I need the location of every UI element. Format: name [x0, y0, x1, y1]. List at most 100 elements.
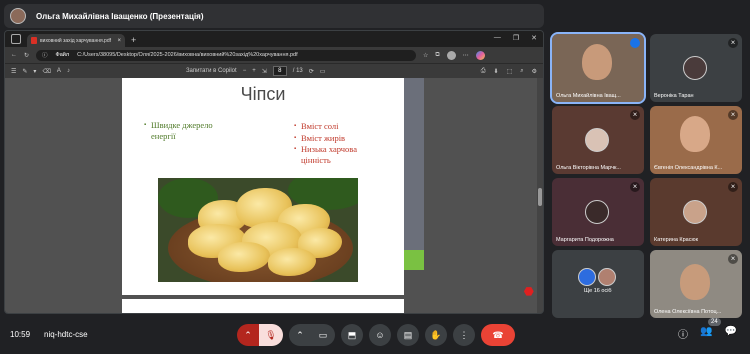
participant-name: Олена Олексіївна Потоц... — [654, 309, 722, 315]
presenter-bar: Ольга Михайлівна Іващенко (Презентація) — [4, 4, 544, 28]
bullet-item: Швидке джерело енергії — [144, 120, 230, 142]
participant-tile[interactable]: ⨯ Олена Олексіївна Потоц... — [650, 250, 742, 318]
participant-tile[interactable]: ⨯ Катерина Красюк — [650, 178, 742, 246]
participant-tile[interactable]: Ольга Михайлівна Іващ... — [550, 32, 646, 104]
erase-icon[interactable]: ⌫ — [42, 68, 50, 75]
star-icon[interactable]: ☆ — [423, 52, 428, 59]
zoom-in-button[interactable]: + — [252, 68, 256, 74]
participant-name: Вероніка Таран — [654, 93, 694, 99]
end-call-button[interactable]: ☎ — [481, 324, 515, 346]
present-screen-button[interactable]: ⬒ — [341, 324, 363, 346]
participant-video — [680, 116, 710, 152]
search-icon[interactable]: ⌕ — [520, 68, 523, 75]
avatar — [585, 200, 609, 224]
clock: 10:59 — [10, 330, 31, 339]
participant-video — [680, 264, 710, 300]
participant-tile[interactable]: ⨯ Вероніка Таран — [650, 34, 742, 102]
bullet-item: Вміст жирів — [294, 132, 384, 144]
meeting-code: niq-hdtc-cse — [44, 330, 88, 339]
window-menu-icon[interactable] — [11, 34, 21, 44]
pdf-scrollbar[interactable] — [537, 78, 543, 313]
participant-name: Євгенія Олександрівна К... — [654, 165, 723, 171]
new-tab-button[interactable]: + — [131, 35, 136, 45]
pdf-viewer: Чіпси Швидке джерело енергії Вміст солі … — [5, 78, 543, 313]
participant-tile[interactable]: ⨯ Євгенія Олександрівна К... — [650, 106, 742, 174]
address-bar[interactable]: ⓘ Файл C:/Users/38095/Desktop/Оля/2025-2… — [36, 49, 417, 61]
raise-hand-button[interactable]: ✋ — [425, 324, 447, 346]
participant-video — [582, 44, 612, 80]
slide-page: Чіпси Швидке джерело енергії Вміст солі … — [122, 78, 404, 295]
pdf-icon — [31, 37, 37, 44]
chat-icon[interactable]: 💬 — [724, 326, 736, 341]
window-controls: — ❐ ✕ — [494, 34, 537, 42]
avatar — [683, 56, 707, 80]
more-participants-tile[interactable]: Ще 16 осіб — [552, 250, 644, 318]
fit-page-icon[interactable]: ⇲ — [262, 68, 267, 75]
shared-screen: виховний захід харчування.pdf × + — ❐ ✕ … — [4, 30, 544, 314]
reactions-button[interactable]: ☺ — [369, 324, 391, 346]
more-participants-label: Ще 16 осіб — [584, 288, 612, 294]
slide-side-panel — [404, 78, 424, 250]
mic-off-button[interactable]: 🎙 — [259, 324, 283, 346]
chips-image — [158, 178, 358, 282]
participant-count-badge: 24 — [708, 318, 721, 326]
acrobat-icon[interactable]: ⬣ — [524, 285, 536, 298]
tab-close-icon[interactable]: × — [117, 38, 121, 44]
call-controls: ⌃ 🎙 ⌃ ▭ ⬒ ☺ ▤ ✋ ⋮ ☎ — [237, 324, 515, 346]
mic-off-icon: ⨯ — [728, 182, 738, 192]
minimize-button[interactable]: — — [494, 34, 501, 42]
camera-button[interactable]: ▭ — [311, 324, 335, 346]
mic-off-icon: ⨯ — [630, 110, 640, 120]
highlight-icon[interactable]: ▾ — [33, 68, 36, 75]
save-as-icon[interactable]: ⬚ — [507, 68, 513, 75]
page-total: / 13 — [292, 68, 303, 74]
people-icon[interactable]: 👥 — [700, 326, 712, 341]
participant-tile[interactable]: ⨯ Маргарита Подорожна — [552, 178, 644, 246]
bullet-item: Вміст солі — [294, 120, 384, 132]
avatar — [578, 268, 596, 286]
avatar — [585, 128, 609, 152]
profile-icon[interactable] — [446, 50, 456, 60]
page-number-input[interactable]: 8 — [272, 66, 287, 76]
page-view-icon[interactable]: ▭ — [320, 68, 326, 75]
browser-tab-row: виховний захід харчування.pdf × + — ❐ ✕ — [5, 31, 543, 47]
text-icon[interactable]: A — [57, 68, 61, 74]
captions-button[interactable]: ▤ — [397, 324, 419, 346]
mic-options-chevron-icon[interactable]: ⌃ — [237, 324, 259, 346]
mic-off-icon: ⨯ — [630, 182, 640, 192]
avatar — [598, 268, 616, 286]
speaking-icon — [630, 38, 640, 48]
more-icon[interactable]: ⋯ — [463, 52, 469, 59]
pdf-toolbar: ☰ ✎ ▾ ⌫ A ♪ Запитати в Copilot − + ⇲ 8 /… — [5, 63, 543, 78]
maximize-button[interactable]: ❐ — [513, 34, 519, 42]
copilot-icon[interactable] — [475, 50, 485, 60]
side-panel-controls: ⓘ 👥 💬 — [678, 326, 737, 341]
contents-icon[interactable]: ☰ — [11, 68, 16, 75]
camera-control-group: ⌃ ▭ — [289, 324, 335, 346]
zoom-out-button[interactable]: − — [243, 68, 247, 74]
url-scheme-label: Файл — [55, 52, 70, 58]
print-icon[interactable]: ⎙ — [481, 68, 486, 75]
back-icon[interactable]: ← — [11, 52, 17, 58]
url-text: C:/Users/38095/Desktop/Оля/2025-2026/вих… — [77, 52, 298, 58]
more-options-button[interactable]: ⋮ — [453, 324, 475, 346]
save-icon[interactable]: ⬇ — [494, 68, 499, 75]
presenter-title: Ольга Михайлівна Іващенко (Презентація) — [36, 11, 204, 21]
rotate-icon[interactable]: ⟳ — [309, 68, 314, 75]
participant-tile[interactable]: ⨯ Ольга Вікторівна Марчк... — [552, 106, 644, 174]
camera-options-chevron-icon[interactable]: ⌃ — [289, 324, 311, 346]
tab-title: виховний захід харчування.pdf — [40, 37, 112, 44]
close-window-button[interactable]: ✕ — [531, 34, 537, 42]
draw-icon[interactable]: ✎ — [22, 68, 27, 75]
slide-green-block — [404, 250, 424, 270]
info-icon[interactable]: ⓘ — [678, 326, 688, 341]
extensions-icon[interactable]: ⧉ — [435, 52, 439, 59]
read-aloud-icon[interactable]: ♪ — [67, 68, 70, 74]
mic-off-icon: ⨯ — [728, 110, 738, 120]
ask-copilot-button[interactable]: Запитати в Copilot — [186, 68, 237, 74]
reload-icon[interactable]: ↻ — [24, 52, 29, 59]
browser-tab[interactable]: виховний захід харчування.pdf × — [27, 34, 125, 47]
settings-icon[interactable]: ⚙ — [532, 68, 537, 75]
scroll-thumb[interactable] — [538, 188, 542, 206]
participant-name: Ольга Михайлівна Іващ... — [556, 93, 621, 99]
